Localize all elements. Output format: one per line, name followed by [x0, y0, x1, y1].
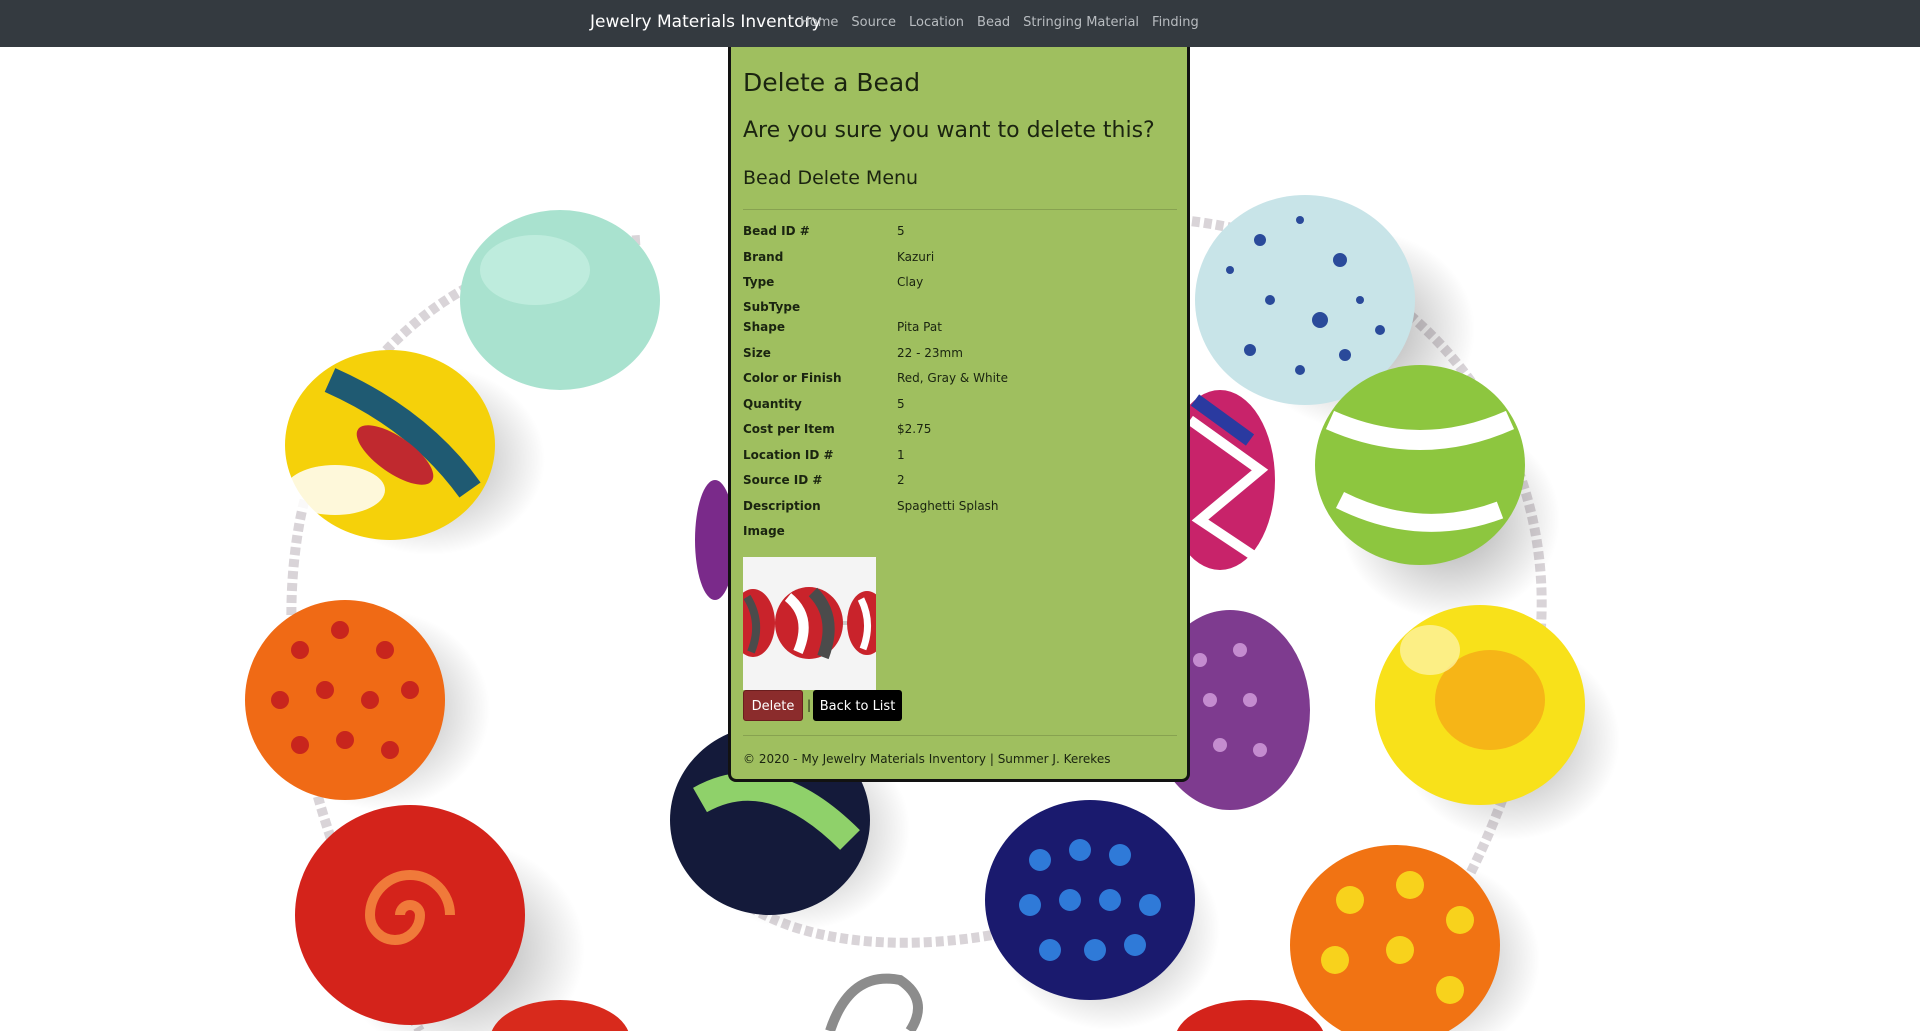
- detail-value: Red, Gray & White: [897, 371, 1008, 385]
- detail-value: Kazuri: [897, 250, 935, 264]
- detail-value: 5: [897, 224, 905, 238]
- detail-label: Color or Finish: [743, 371, 842, 385]
- detail-value: 2: [897, 473, 905, 487]
- detail-label: Description: [743, 499, 821, 513]
- bead-image: [743, 557, 876, 690]
- nav-link-finding[interactable]: Finding: [1152, 15, 1199, 30]
- back-to-list-button[interactable]: Back to List: [813, 690, 902, 721]
- detail-value: 5: [897, 397, 905, 411]
- divider-bottom: [743, 735, 1177, 736]
- nav-link-stringing-material[interactable]: Stringing Material: [1023, 15, 1139, 30]
- page-title: Delete a Bead: [743, 68, 921, 97]
- nav-link-home[interactable]: Home: [800, 15, 838, 30]
- detail-label: Image: [743, 524, 785, 538]
- nav-link-bead[interactable]: Bead: [977, 15, 1010, 30]
- detail-label: Cost per Item: [743, 422, 835, 436]
- detail-label: Location ID #: [743, 448, 834, 462]
- detail-label: Source ID #: [743, 473, 823, 487]
- detail-value: 22 - 23mm: [897, 346, 963, 360]
- delete-bead-card: Delete a Bead Are you sure you want to d…: [728, 46, 1190, 782]
- nav-link-location[interactable]: Location: [909, 15, 964, 30]
- detail-label: Bead ID #: [743, 224, 810, 238]
- detail-label: Shape: [743, 320, 786, 334]
- detail-label: Type: [743, 275, 775, 289]
- detail-label: Quantity: [743, 397, 802, 411]
- divider-top: [743, 209, 1177, 210]
- brand-link[interactable]: Jewelry Materials Inventory: [590, 12, 822, 32]
- detail-value: Spaghetti Splash: [897, 499, 999, 513]
- detail-value: Pita Pat: [897, 320, 942, 334]
- detail-value: $2.75: [897, 422, 932, 436]
- nav-links: Home Source Location Bead Stringing Mate…: [800, 15, 1212, 30]
- action-separator: |: [807, 698, 812, 712]
- delete-button[interactable]: Delete: [743, 690, 803, 721]
- top-navbar: Jewelry Materials Inventory Home Source …: [0, 0, 1920, 47]
- section-title: Bead Delete Menu: [743, 167, 919, 189]
- nav-link-source[interactable]: Source: [851, 15, 896, 30]
- detail-label: SubType: [743, 300, 801, 314]
- confirm-question: Are you sure you want to delete this?: [743, 118, 1155, 143]
- detail-value: Clay: [897, 275, 924, 289]
- footer-text: © 2020 - My Jewelry Materials Inventory …: [743, 752, 1111, 766]
- detail-label: Size: [743, 346, 771, 360]
- detail-label: Brand: [743, 250, 784, 264]
- detail-value: 1: [897, 448, 905, 462]
